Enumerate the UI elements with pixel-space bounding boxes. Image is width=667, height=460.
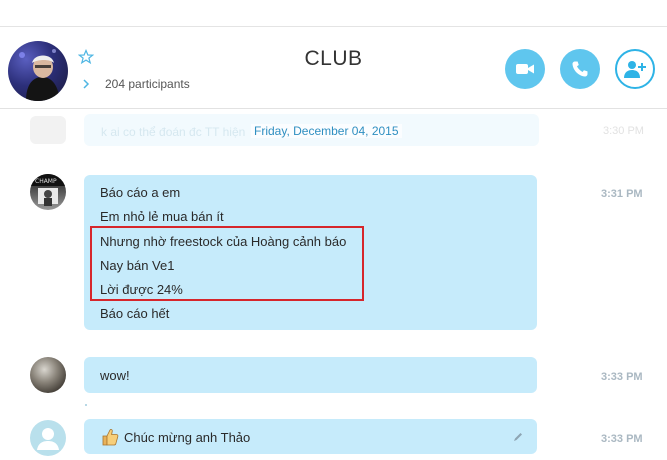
add-participant-button[interactable]: [615, 49, 655, 89]
sender-avatar[interactable]: [30, 420, 66, 456]
video-camera-icon: [516, 64, 534, 74]
previous-message-text: k ai co thể đoán đc TT hiện: [101, 125, 246, 139]
sender-avatar[interactable]: CHAMP: [30, 174, 66, 210]
participants-count[interactable]: 204 participants: [105, 77, 190, 91]
pencil-icon[interactable]: [512, 430, 524, 442]
video-call-button[interactable]: [505, 49, 545, 89]
svg-text:CHAMP: CHAMP: [35, 178, 57, 185]
message-time: 3:31 PM: [601, 188, 643, 200]
divider-dot: [85, 404, 87, 406]
message-line: Em nhỏ lẻ mua bán ít: [100, 209, 224, 224]
default-avatar-icon: [37, 428, 59, 450]
previous-message-time: 3:30 PM: [603, 125, 644, 137]
message-line: wow!: [100, 368, 130, 383]
date-separator: Friday, December 04, 2015: [251, 124, 402, 138]
thumbs-up-icon: [100, 427, 120, 447]
chat-header: 204 participants CLUB: [0, 27, 667, 109]
message-bubble[interactable]: [84, 357, 537, 393]
sender-avatar[interactable]: [30, 357, 66, 393]
message-line: Báo cáo a em: [100, 185, 181, 200]
previous-avatar: [30, 116, 66, 144]
message-line: Báo cáo hết: [100, 306, 170, 321]
phone-icon: [572, 61, 588, 77]
add-person-icon: [624, 61, 646, 78]
message-line: Chúc mừng anh Thảo: [124, 430, 251, 445]
voice-call-button[interactable]: [560, 49, 600, 89]
highlight-annotation: [90, 226, 364, 301]
message-time: 3:33 PM: [601, 433, 643, 445]
message-time: 3:33 PM: [601, 371, 643, 383]
chevron-right-icon[interactable]: [81, 77, 91, 89]
